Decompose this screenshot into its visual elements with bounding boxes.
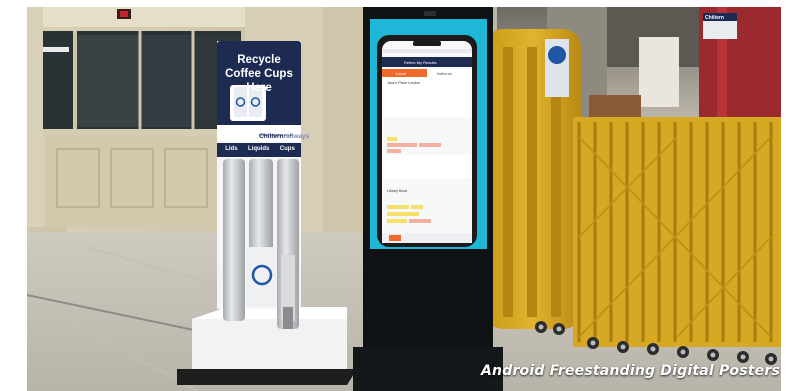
result-tag xyxy=(411,205,423,209)
column-label-cups: Cups xyxy=(279,146,295,152)
phone-header: Refine My Results xyxy=(382,57,472,67)
result-tag xyxy=(387,205,409,209)
result-tag xyxy=(387,212,419,216)
result-1-title: Jane's Place London xyxy=(387,81,421,85)
recycle-sign-line-1: Recycle xyxy=(237,54,281,66)
tab-local: Local xyxy=(382,69,427,77)
photo: Recycle Coffee Cups Here Chilternrailway… xyxy=(27,7,781,391)
result-tag xyxy=(409,219,431,223)
result-tag xyxy=(419,143,441,147)
result-tag xyxy=(387,149,401,153)
recycle-sign-website: chilternrailways.co.uk xyxy=(259,133,293,137)
tab-national: National xyxy=(427,69,472,77)
result-tag xyxy=(387,137,397,141)
column-label-lids: Lids xyxy=(225,146,238,152)
recycle-bin-columns: Lids Liquids Cups xyxy=(220,146,300,152)
column-label-liquids: Liquids xyxy=(248,146,270,152)
phone-header-title: Refine My Results xyxy=(404,60,437,65)
recycle-sign-line-2: Coffee Cups xyxy=(225,68,293,80)
result-tag xyxy=(387,219,407,223)
recycle-sign-heading: Recycle Coffee Cups Here xyxy=(219,53,299,95)
image-caption: Android Freestanding Digital Posters xyxy=(481,363,780,379)
result-2-title: Library Book xyxy=(387,189,408,193)
tab-national-label: National xyxy=(437,71,452,76)
station-sign: Chiltern xyxy=(705,15,724,21)
tab-local-label: Local xyxy=(396,71,406,76)
result-tag xyxy=(387,143,417,147)
recycle-sign-line-3: Here xyxy=(246,82,272,94)
